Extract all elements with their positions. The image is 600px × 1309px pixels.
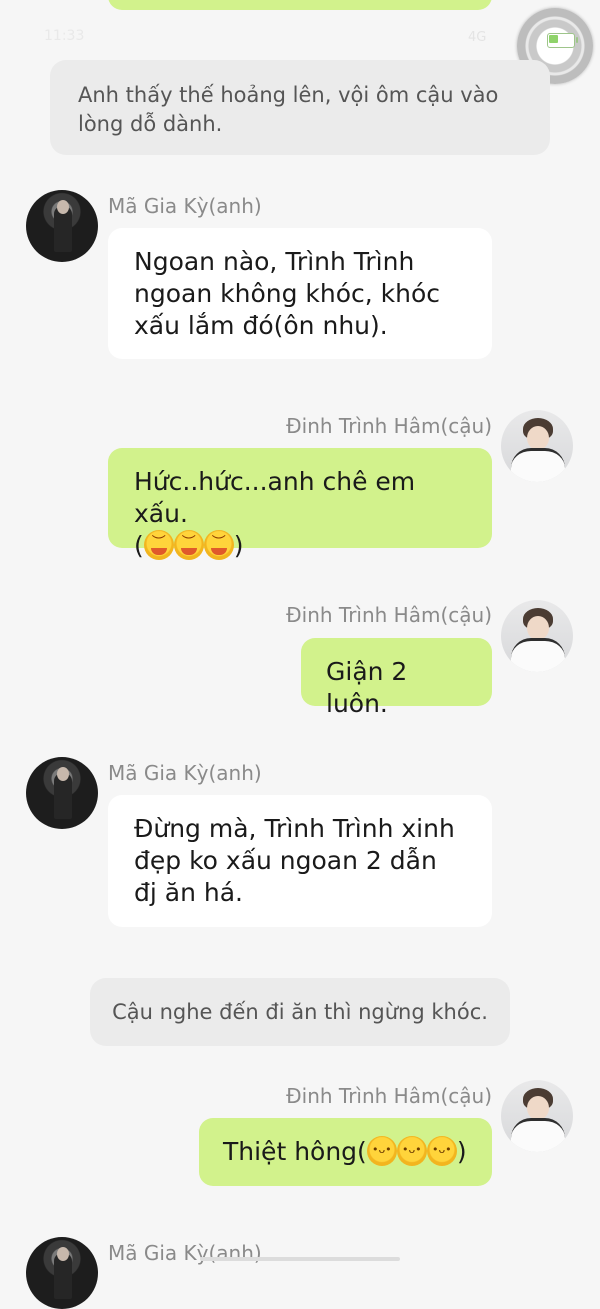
pouting-face-icon xyxy=(366,1135,397,1166)
sender-name: Đinh Trình Hâm(cậu) xyxy=(286,1084,492,1108)
sender-name: Đinh Trình Hâm(cậu) xyxy=(286,414,492,438)
message-text: Thiệt hông( xyxy=(223,1137,367,1166)
crying-face-icon xyxy=(143,528,174,560)
sender-name: Mã Gia Kỳ(anh) xyxy=(108,1241,262,1265)
battery-icon xyxy=(547,33,578,48)
crying-face-icon xyxy=(203,528,234,560)
message-bubble[interactable]: Thiệt hông() xyxy=(199,1118,492,1186)
emoji-close-paren: ) xyxy=(456,1137,467,1166)
message-bubble[interactable]: Ngoan nào, Trình Trình ngoan không khóc,… xyxy=(108,228,492,359)
previous-message-bubble xyxy=(108,0,492,10)
crying-face-icon xyxy=(173,528,204,560)
emoji-close-paren: ) xyxy=(233,531,244,560)
home-indicator[interactable] xyxy=(200,1257,400,1261)
message-text: Giận 2 luôn. xyxy=(326,657,408,718)
narration-text: Anh thấy thế hoảng lên, vội ôm cậu vào l… xyxy=(78,83,499,136)
avatar-ma-gia-ky[interactable] xyxy=(26,190,98,262)
message-bubble[interactable]: Hức..hức...anh chê em xấu. () xyxy=(108,448,492,560)
avatar-dinh-trinh-ham[interactable] xyxy=(501,1080,573,1152)
pouting-face-icon xyxy=(426,1135,457,1166)
emoji-open-paren: ( xyxy=(134,531,144,560)
message-text: Hức..hức...anh chê em xấu. xyxy=(134,467,416,528)
avatar-ma-gia-ky[interactable] xyxy=(26,757,98,829)
message-text: Ngoan nào, Trình Trình ngoan không khóc,… xyxy=(134,247,441,340)
sender-name: Đinh Trình Hâm(cậu) xyxy=(286,603,492,627)
narration-box: Anh thấy thế hoảng lên, vội ôm cậu vào l… xyxy=(50,60,550,155)
message-bubble[interactable]: Giận 2 luôn. xyxy=(301,638,492,718)
status-time: 11:33 xyxy=(44,28,85,44)
avatar-dinh-trinh-ham[interactable] xyxy=(501,600,573,672)
pouting-face-icon xyxy=(396,1135,427,1166)
narration-text: Cậu nghe đến đi ăn thì ngừng khóc. xyxy=(112,1000,488,1024)
avatar-dinh-trinh-ham[interactable] xyxy=(501,410,573,482)
message-text: Đừng mà, Trình Trình xinh đẹp ko xấu ngo… xyxy=(134,814,455,907)
status-signal: 4G xyxy=(468,30,487,45)
sender-name: Mã Gia Kỳ(anh) xyxy=(108,761,262,785)
message-bubble[interactable]: Đừng mà, Trình Trình xinh đẹp ko xấu ngo… xyxy=(108,795,492,927)
narration-box: Cậu nghe đến đi ăn thì ngừng khóc. xyxy=(90,978,510,1046)
sender-name: Mã Gia Kỳ(anh) xyxy=(108,194,262,218)
avatar-ma-gia-ky[interactable] xyxy=(26,1237,98,1309)
